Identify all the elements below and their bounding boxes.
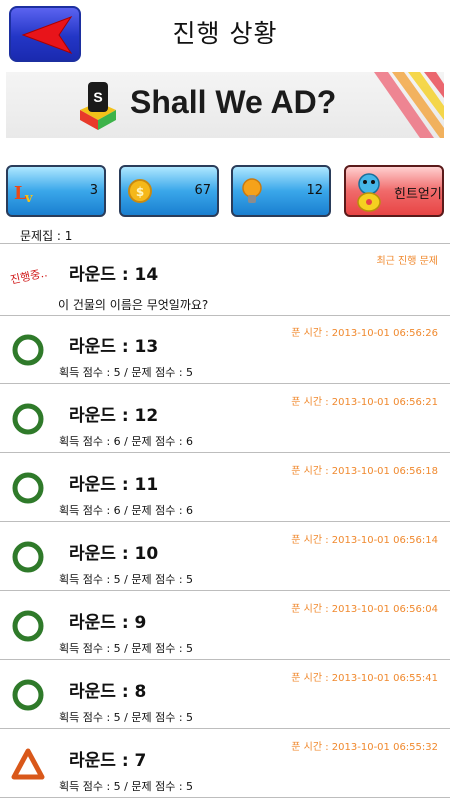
round-title: 라운드 : 10: [69, 544, 159, 564]
round-title: 라운드 : 12: [69, 406, 159, 426]
round-title: 라운드 : 7: [69, 751, 147, 771]
round-title: 라운드 : 9: [69, 613, 147, 633]
hint-count-value: 12: [306, 183, 323, 198]
solved-time: 푼 시간 : 2013-10-01 06:56:04: [291, 604, 438, 615]
svg-text:$: $: [136, 185, 144, 199]
round-row[interactable]: 라운드 : 10 푼 시간 : 2013-10-01 06:56:14 획득 점…: [0, 523, 450, 591]
level-icon: L v: [14, 183, 33, 206]
coin-value: 67: [194, 183, 211, 198]
solved-time: 푼 시간 : 2013-10-01 06:56:26: [291, 328, 438, 339]
solved-time: 푼 시간 : 2013-10-01 06:55:32: [291, 742, 438, 753]
round-title: 라운드 : 11: [69, 475, 159, 495]
score-text: 획득 점수 : 5 / 문제 점수 : 5: [59, 366, 194, 379]
problem-set-label: 문제집 : 1: [20, 229, 73, 243]
score-text: 획득 점수 : 5 / 문제 점수 : 5: [59, 780, 194, 793]
ad-logo-icon: S: [80, 82, 116, 130]
correct-circle-icon: [12, 610, 44, 642]
round-row[interactable]: 라운드 : 11 푼 시간 : 2013-10-01 06:56:18 획득 점…: [0, 454, 450, 522]
correct-circle-icon: [12, 541, 44, 573]
partial-triangle-icon: [11, 748, 45, 780]
correct-circle-icon: [12, 403, 44, 435]
question-text: 이 건물의 이름은 무엇일까요?: [58, 298, 209, 312]
get-hint-label: 힌트얻기: [394, 187, 442, 202]
round-row[interactable]: 라운드 : 12 푼 시간 : 2013-10-01 06:56:21 획득 점…: [0, 385, 450, 453]
stats-bar: L v 3 $ 67 12 힌트얻기: [0, 165, 450, 217]
level-stat: L v 3: [6, 165, 106, 217]
ad-text: Shall We AD?: [130, 84, 337, 120]
score-text: 획득 점수 : 5 / 문제 점수 : 5: [59, 573, 194, 586]
correct-circle-icon: [12, 472, 44, 504]
round-title: 라운드 : 14: [69, 265, 159, 285]
solved-time: 푼 시간 : 2013-10-01 06:56:14: [291, 535, 438, 546]
coin-icon: $: [128, 179, 152, 203]
round-row[interactable]: 라운드 : 13 푼 시간 : 2013-10-01 06:56:26 획득 점…: [0, 316, 450, 384]
correct-circle-icon: [12, 679, 44, 711]
page-title: 진행 상황: [172, 19, 278, 48]
score-text: 획득 점수 : 5 / 문제 점수 : 5: [59, 642, 194, 655]
score-text: 획득 점수 : 5 / 문제 점수 : 5: [59, 711, 194, 724]
app-header: 진행 상황: [0, 0, 450, 66]
round-title: 라운드 : 8: [69, 682, 147, 702]
ad-banner[interactable]: S Shall We AD?: [6, 72, 444, 138]
get-hint-button[interactable]: 힌트얻기: [344, 165, 444, 217]
current-round-row[interactable]: 진행중.. 라운드 : 14 최근 진행 문제 이 건물의 이름은 무엇일까요?: [0, 244, 450, 316]
solved-time: 푼 시간 : 2013-10-01 06:56:21: [291, 397, 438, 408]
correct-circle-icon: [12, 334, 44, 366]
coin-stat: $ 67: [119, 165, 219, 217]
in-progress-label: 진행중..: [9, 266, 49, 287]
svg-text:S: S: [93, 89, 102, 105]
solved-time: 푼 시간 : 2013-10-01 06:56:18: [291, 466, 438, 477]
level-value: 3: [89, 183, 98, 198]
character-icon: [357, 173, 381, 212]
score-text: 획득 점수 : 6 / 문제 점수 : 6: [59, 504, 194, 517]
round-row[interactable]: 라운드 : 8 푼 시간 : 2013-10-01 06:55:41 획득 점수…: [0, 661, 450, 729]
recent-problem-label: 최근 진행 문제: [376, 256, 438, 267]
hint-count-stat: 12: [231, 165, 331, 217]
svg-text:v: v: [24, 191, 33, 206]
lightbulb-icon: [242, 178, 262, 203]
round-row[interactable]: 라운드 : 9 푼 시간 : 2013-10-01 06:56:04 획득 점수…: [0, 592, 450, 660]
score-text: 획득 점수 : 6 / 문제 점수 : 6: [59, 435, 194, 448]
round-title: 라운드 : 13: [69, 337, 159, 357]
solved-time: 푼 시간 : 2013-10-01 06:55:41: [291, 673, 438, 684]
round-row[interactable]: 라운드 : 7 푼 시간 : 2013-10-01 06:55:32 획득 점수…: [0, 730, 450, 798]
ad-decoration-icon: [374, 72, 444, 138]
